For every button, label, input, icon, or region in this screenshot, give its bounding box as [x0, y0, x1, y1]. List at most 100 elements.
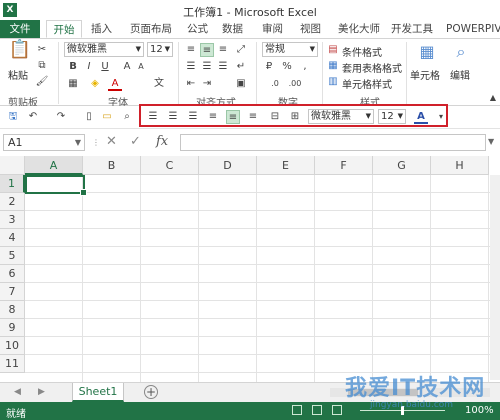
comma-button[interactable]: ,	[298, 60, 312, 74]
tab-developer[interactable]: 开发工具	[391, 20, 433, 38]
new-file-icon[interactable]: ▯	[82, 110, 96, 124]
cell-style-icon[interactable]: ▥	[326, 75, 340, 89]
save-icon[interactable]: 🖫	[6, 110, 20, 124]
expand-formula-icon[interactable]: ▼	[488, 137, 494, 146]
select-all-button[interactable]	[0, 156, 25, 175]
paste-icon[interactable]: 📋	[8, 41, 32, 65]
prev-sheet-icon[interactable]: ◀	[14, 387, 21, 397]
italic-button[interactable]: I	[82, 60, 96, 74]
next-sheet-icon[interactable]: ▶	[38, 387, 45, 397]
font-size-dropdown[interactable]: 12 ▼	[147, 42, 173, 57]
grow-font-icon[interactable]: A	[120, 60, 134, 74]
active-cell[interactable]	[25, 175, 87, 196]
open-icon[interactable]: ▭	[100, 110, 114, 124]
tab-powerpivot[interactable]: POWERPIV	[446, 20, 500, 38]
row-header[interactable]: 9	[0, 319, 25, 337]
align-middle-icon[interactable]: ≡	[200, 43, 214, 57]
wrap-text-icon[interactable]: ↵	[234, 60, 248, 74]
column-header[interactable]: C	[141, 156, 199, 175]
copy-icon[interactable]: ⧉	[35, 59, 49, 73]
phonetic-button[interactable]: 文	[152, 77, 166, 91]
cells-icon[interactable]: ▦	[418, 44, 436, 63]
cell-area[interactable]	[25, 175, 500, 382]
bold-button[interactable]: B	[66, 60, 80, 74]
row-header[interactable]: 7	[0, 283, 25, 301]
column-header[interactable]: H	[431, 156, 489, 175]
increase-indent-icon[interactable]: ⇥	[200, 77, 214, 91]
tab-page-layout[interactable]: 页面布局	[130, 20, 172, 38]
font-name-dropdown[interactable]: 微软雅黑 ▼	[64, 42, 144, 57]
tab-view[interactable]: 视图	[300, 20, 321, 38]
scroll-thumb[interactable]	[348, 389, 418, 396]
align-right-icon[interactable]: ☰	[216, 60, 230, 74]
currency-button[interactable]: ₽	[262, 60, 276, 74]
tab-beautify[interactable]: 美化大师	[338, 20, 380, 38]
cut-icon[interactable]: ✂	[35, 43, 49, 57]
tab-home[interactable]: 开始	[46, 20, 82, 38]
row-header[interactable]: 3	[0, 211, 25, 229]
page-layout-view-icon[interactable]	[312, 405, 322, 415]
tab-file[interactable]: 文件	[0, 20, 40, 38]
editing-button[interactable]: 编辑	[450, 67, 470, 82]
shrink-font-icon[interactable]: A	[134, 60, 148, 74]
row-header[interactable]: 4	[0, 229, 25, 247]
underline-button[interactable]: U	[98, 60, 112, 74]
column-header[interactable]: A	[25, 156, 83, 175]
enter-icon[interactable]: ✓	[130, 134, 141, 149]
border-icon[interactable]: ▦	[66, 77, 80, 91]
conditional-format-icon[interactable]: ▤	[326, 43, 340, 57]
undo-icon[interactable]: ↶	[26, 110, 40, 124]
tab-review[interactable]: 审阅	[262, 20, 283, 38]
table-format-button[interactable]: 套用表格格式	[342, 60, 402, 75]
tab-data[interactable]: 数据	[222, 20, 243, 38]
cancel-icon[interactable]: ✕	[106, 134, 117, 149]
editing-icon[interactable]: ⌕	[452, 44, 470, 63]
normal-view-icon[interactable]	[292, 405, 302, 415]
redo-icon[interactable]: ↷	[54, 110, 68, 124]
align-top-icon[interactable]: ≡	[184, 43, 198, 57]
format-painter-icon[interactable]: 🖌	[35, 75, 49, 89]
fill-color-icon[interactable]: ◈	[88, 77, 102, 91]
zoom-slider-knob[interactable]	[401, 406, 404, 415]
align-bottom-icon[interactable]: ≡	[216, 43, 230, 57]
conditional-format-button[interactable]: 条件格式	[342, 44, 382, 59]
collapse-ribbon-icon[interactable]: ▲	[486, 91, 500, 105]
align-left-icon[interactable]: ☰	[184, 60, 198, 74]
align-center-icon[interactable]: ☰	[200, 60, 214, 74]
column-header[interactable]: B	[83, 156, 141, 175]
column-header[interactable]: D	[199, 156, 257, 175]
vertical-scrollbar[interactable]	[490, 175, 500, 380]
horizontal-scrollbar[interactable]	[330, 388, 490, 397]
sheet-tab[interactable]: Sheet1	[72, 383, 124, 402]
font-color-button[interactable]: A	[108, 77, 122, 91]
decrease-indent-icon[interactable]: ⇤	[184, 77, 198, 91]
zoom-level[interactable]: 100%	[465, 405, 494, 416]
add-sheet-button[interactable]: +	[144, 385, 158, 399]
formula-input[interactable]	[180, 134, 486, 151]
row-header[interactable]: 1	[0, 175, 25, 193]
number-format-dropdown[interactable]: 常规 ▼	[262, 42, 318, 57]
tab-insert[interactable]: 插入	[91, 20, 112, 38]
tab-formulas[interactable]: 公式	[187, 20, 208, 38]
decrease-decimal-icon[interactable]: .00	[288, 77, 302, 91]
row-header[interactable]: 10	[0, 337, 25, 355]
cells-button[interactable]: 单元格	[410, 67, 440, 82]
percent-button[interactable]: %	[280, 60, 294, 74]
row-header[interactable]: 6	[0, 265, 25, 283]
table-format-icon[interactable]: ▦	[326, 59, 340, 73]
name-box[interactable]: A1 ▼	[3, 134, 85, 151]
increase-decimal-icon[interactable]: .0	[268, 77, 282, 91]
orientation-icon[interactable]: ⤢	[234, 43, 248, 57]
row-header[interactable]: 5	[0, 247, 25, 265]
merge-center-icon[interactable]: ▣	[234, 77, 248, 91]
row-header[interactable]: 8	[0, 301, 25, 319]
column-header[interactable]: F	[315, 156, 373, 175]
row-header[interactable]: 2	[0, 193, 25, 211]
column-header[interactable]: E	[257, 156, 315, 175]
row-header[interactable]: 11	[0, 355, 25, 373]
page-break-view-icon[interactable]	[332, 405, 342, 415]
cell-style-button[interactable]: 单元格样式	[342, 76, 392, 91]
column-header[interactable]: G	[373, 156, 431, 175]
print-preview-icon[interactable]: ⌕	[120, 110, 134, 124]
paste-button[interactable]: 粘贴	[8, 67, 28, 82]
